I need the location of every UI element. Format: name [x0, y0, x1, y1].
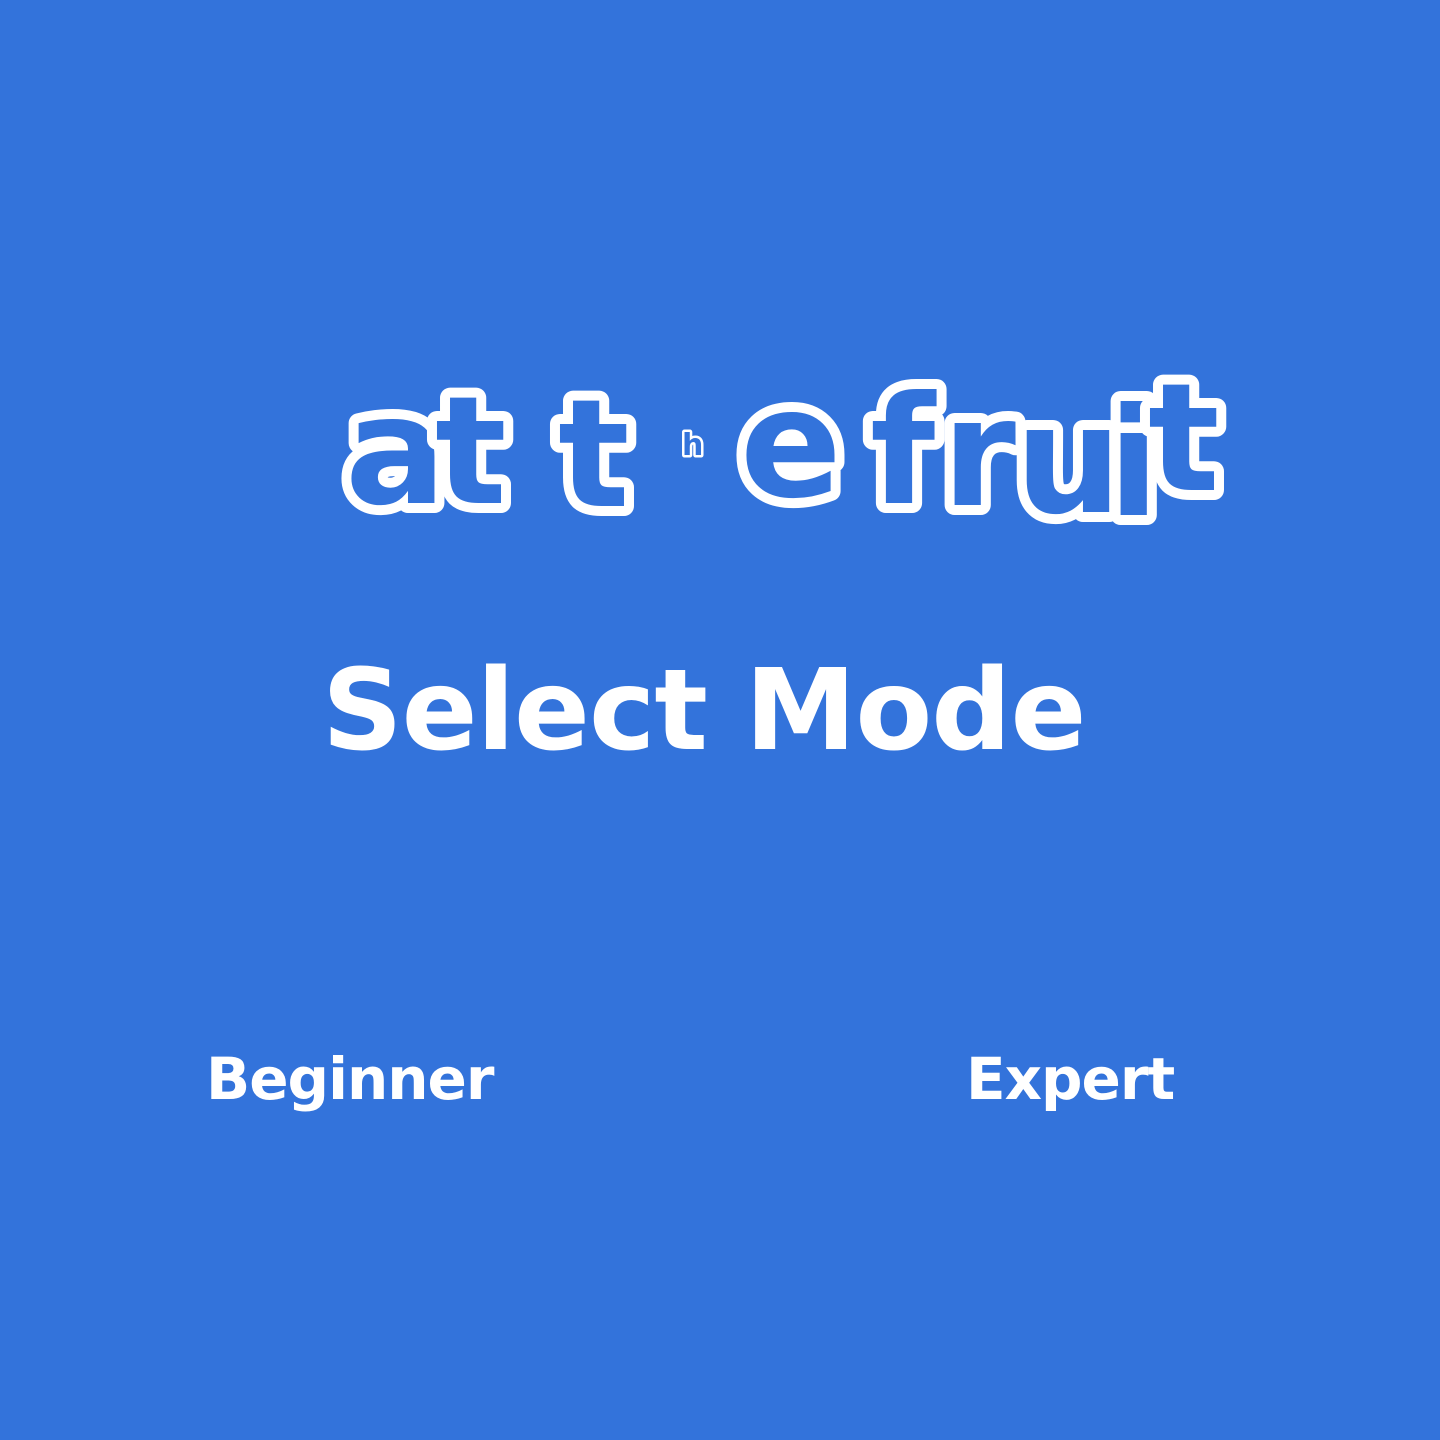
game-logo-graphic: a t t h e f r u i t [335, 342, 1230, 561]
logo-letter-f: f [870, 365, 937, 539]
logo-letter-e: e [740, 358, 842, 532]
logo-letter-t: t [1148, 352, 1220, 526]
game-logo: a t t h e f r u i t [330, 340, 1250, 561]
logo-letter-r: r [942, 367, 1016, 541]
beginner-mode-button[interactable]: Beginner [206, 1050, 494, 1108]
logo-letter-h: h [682, 428, 703, 463]
logo-letter-u: u [1015, 374, 1122, 548]
select-mode-title: Select Mode [322, 646, 1086, 776]
logo-letter-a: a [345, 365, 446, 539]
expert-mode-button[interactable]: Expert [966, 1050, 1175, 1108]
logo-letter-t: t [558, 368, 630, 542]
logo-letter-t: t [435, 365, 507, 539]
